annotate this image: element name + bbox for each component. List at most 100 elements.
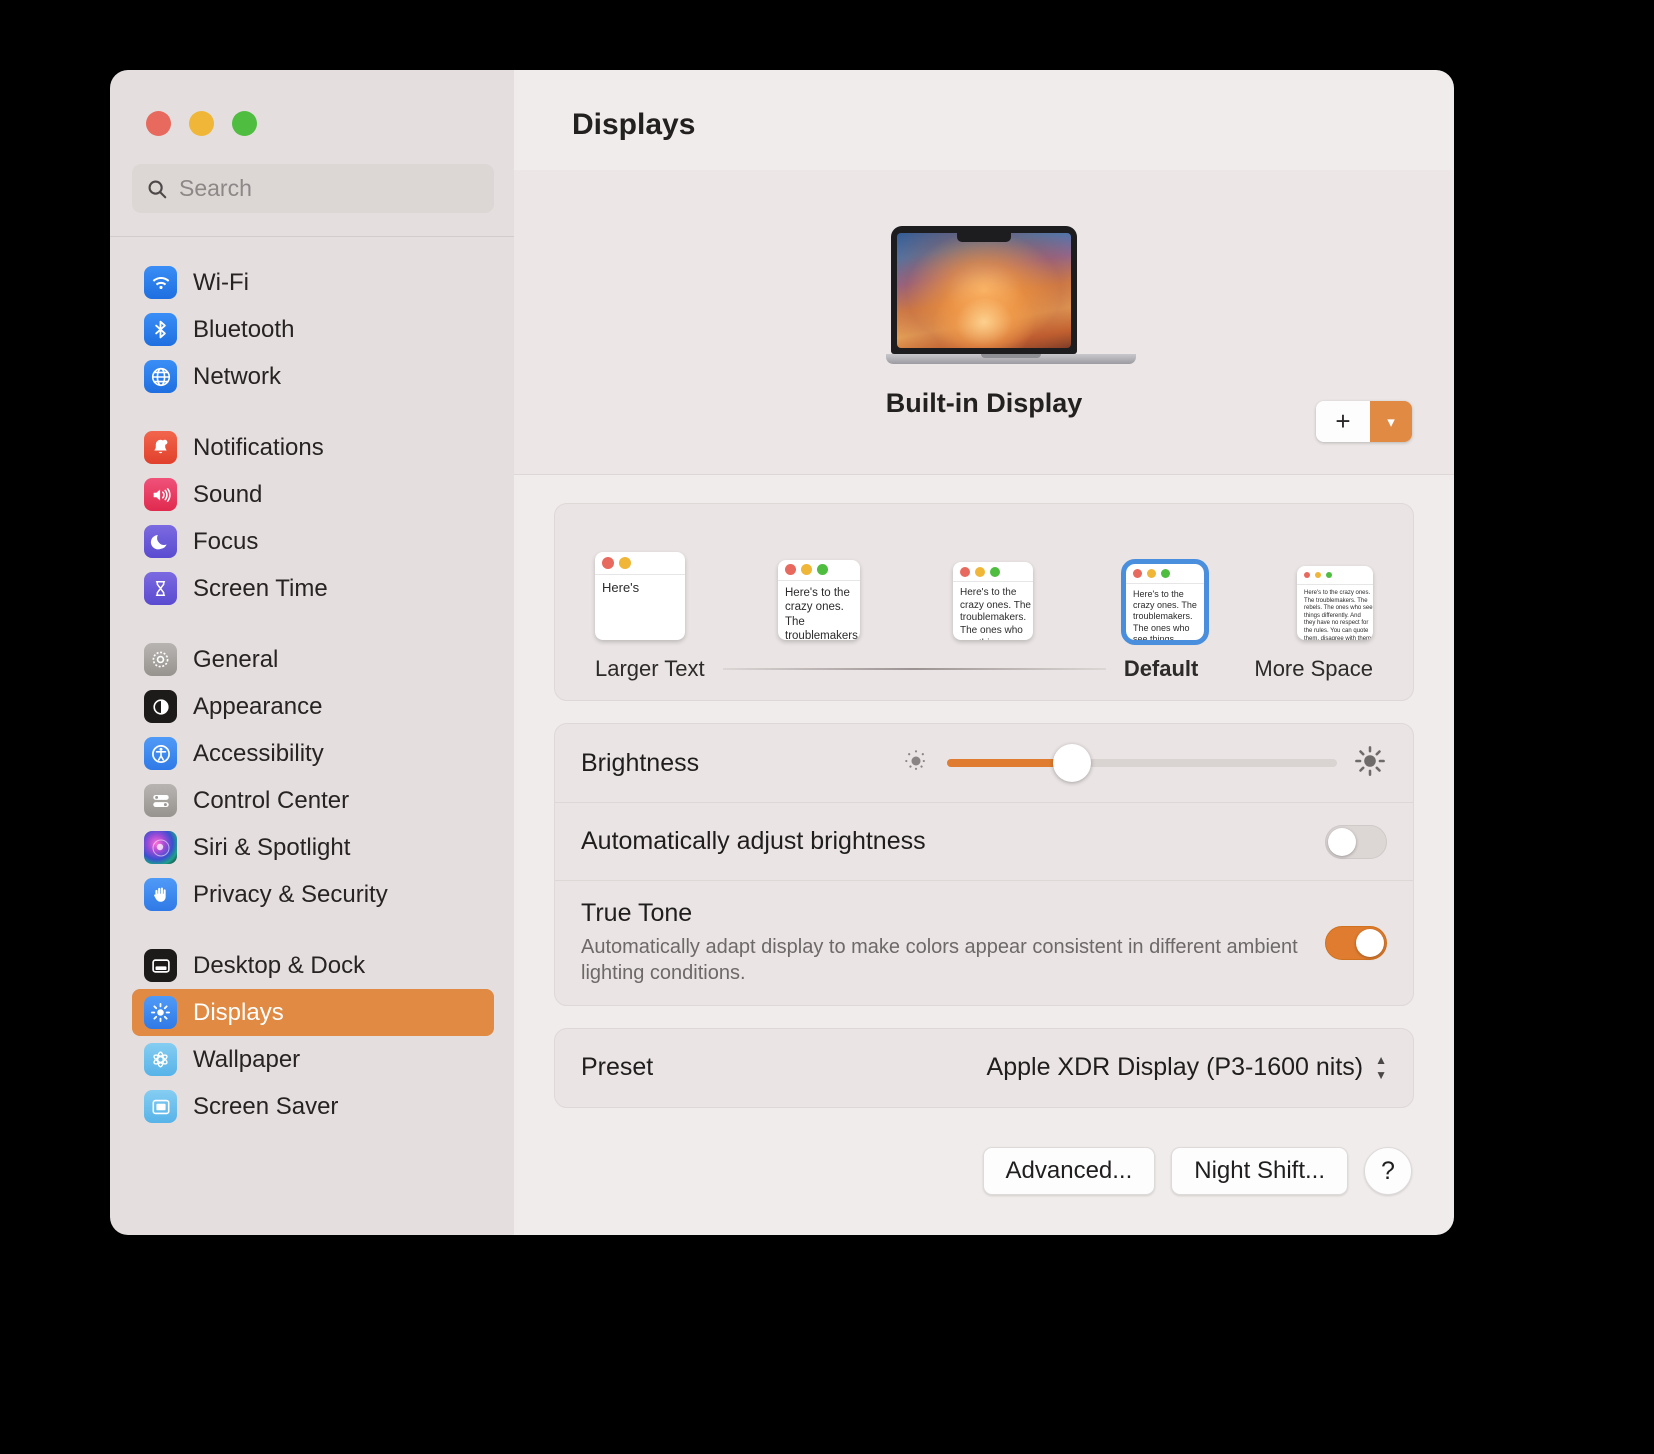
sidebar-item-siri-spotlight[interactable]: Siri & Spotlight (132, 824, 494, 871)
desktop-dock-icon (144, 949, 177, 982)
sidebar-list[interactable]: Wi-Fi Bluetooth Network Notifications So… (110, 237, 514, 1235)
accessibility-icon (144, 737, 177, 770)
resolution-thumbnails[interactable]: Here's Here's to the crazy ones. The trou… (581, 526, 1387, 645)
add-display-button[interactable]: + (1316, 401, 1370, 442)
sidebar-item-screen-saver[interactable]: Screen Saver (132, 1083, 494, 1130)
sidebar-item-notifications[interactable]: Notifications (132, 424, 494, 471)
search-area: Search (110, 136, 514, 213)
search-field[interactable]: Search (132, 164, 494, 213)
sidebar-item-wi-fi[interactable]: Wi-Fi (132, 259, 494, 306)
sidebar-item-label: Control Center (193, 786, 350, 814)
sidebar-item-control-center[interactable]: Control Center (132, 777, 494, 824)
sidebar-item-bluetooth[interactable]: Bluetooth (132, 306, 494, 353)
sidebar-item-privacy-security[interactable]: Privacy & Security (132, 871, 494, 918)
macbook-base (886, 353, 1136, 364)
sidebar-item-network[interactable]: Network (132, 353, 494, 400)
resolution-option[interactable]: Here's to the crazy ones. The troublemak… (1297, 566, 1373, 640)
brightness-row: Brightness (555, 724, 1413, 802)
brightness-knob[interactable] (1052, 744, 1091, 782)
sidebar-item-focus[interactable]: Focus (132, 518, 494, 565)
thumbnail-titlebar (595, 552, 685, 575)
thumbnail-traffic-light (1304, 572, 1310, 579)
sidebar-item-label: Wallpaper (193, 1045, 301, 1073)
preset-popup[interactable]: Apple XDR Display (P3-1600 nits) ▲ ▼ (987, 1053, 1387, 1082)
brightness-slider[interactable] (901, 744, 1387, 783)
resolution-thumbnail[interactable]: Here's to the crazy ones. The troublemak… (1297, 566, 1373, 640)
contrast-icon (144, 690, 177, 723)
add-display-control[interactable]: + ▾ (1316, 401, 1412, 442)
minimize-button[interactable] (189, 111, 214, 136)
brightness-card: Brightness Automatically adjust brightne… (554, 723, 1414, 1006)
sidebar-item-label: General (193, 645, 279, 673)
sidebar-group-appearance: Desktop & Dock Displays Wallpaper Screen… (132, 942, 494, 1130)
thumbnail-traffic-light (817, 564, 828, 576)
resolution-label-larger-text[interactable]: Larger Text (595, 656, 705, 682)
hand-icon (144, 878, 177, 911)
sidebar-item-screen-time[interactable]: Screen Time (132, 565, 494, 612)
resolution-thumbnail[interactable]: Here's to the crazy ones. The troublemak… (778, 560, 860, 640)
resolution-option[interactable]: Here's to the crazy ones. The troublemak… (778, 560, 860, 640)
advanced-button[interactable]: Advanced... (982, 1147, 1156, 1195)
resolution-option[interactable]: Here's to the crazy ones. The troublemak… (1121, 559, 1209, 645)
brightness-icon (144, 996, 177, 1029)
resolution-option[interactable]: Here's to the crazy ones. The troublemak… (953, 562, 1033, 640)
resolution-label-more-space[interactable]: More Space (1254, 656, 1373, 682)
sliders-icon (144, 784, 177, 817)
thumbnail-traffic-light (960, 566, 970, 577)
zoom-button[interactable] (232, 111, 257, 136)
preset-row[interactable]: Preset Apple XDR Display (P3-1600 nits) … (555, 1029, 1413, 1107)
thumbnail-traffic-light (785, 564, 796, 576)
thumbnail-titlebar (1126, 564, 1204, 584)
thumbnail-sample-text: Here's to the crazy ones. The troublemak… (1133, 588, 1197, 640)
sidebar-item-general[interactable]: General (132, 636, 494, 683)
thumbnail-traffic-light (602, 556, 614, 569)
main-pane: Displays Built-in Display + ▾ Here's Here… (514, 70, 1454, 1235)
true-tone-description: Automatically adapt display to make colo… (581, 936, 1298, 985)
true-tone-text: True Tone Automatically adapt display to… (581, 899, 1321, 987)
sidebar-item-sound[interactable]: Sound (132, 471, 494, 518)
thumbnail-traffic-light (990, 566, 1000, 577)
brightness-track[interactable] (947, 744, 1337, 782)
thumbnail-sample-text: Here's to the crazy ones. The troublemak… (1304, 590, 1373, 640)
auto-brightness-row: Automatically adjust brightness (555, 802, 1413, 880)
sidebar-item-appearance[interactable]: Appearance (132, 683, 494, 730)
sidebar-item-label: Accessibility (193, 739, 324, 767)
true-tone-toggle[interactable] (1325, 925, 1387, 960)
globe-icon (144, 360, 177, 393)
resolution-thumbnail[interactable]: Here's (595, 552, 685, 640)
moon-icon (144, 525, 177, 558)
sidebar-item-displays[interactable]: Displays (132, 989, 494, 1036)
search-input[interactable]: Search (179, 175, 252, 202)
sidebar-item-label: Appearance (193, 692, 323, 720)
brightness-label: Brightness (581, 748, 700, 777)
sidebar-item-label: Notifications (193, 433, 324, 461)
system-settings-window: Search Wi-Fi Bluetooth Network Notificat… (110, 70, 1454, 1235)
preset-value: Apple XDR Display (P3-1600 nits) (986, 1053, 1364, 1082)
true-tone-row: True Tone Automatically adapt display to… (555, 880, 1413, 1005)
brightness-high-icon (1353, 744, 1387, 783)
resolution-option[interactable]: Here's (595, 552, 685, 640)
help-button[interactable]: ? (1364, 1147, 1412, 1195)
resolution-label-default[interactable]: Default (1124, 656, 1199, 682)
toggle-knob (1328, 827, 1356, 856)
sidebar-item-label: Focus (193, 527, 259, 555)
macbook-wallpaper (897, 232, 1071, 348)
sidebar-item-accessibility[interactable]: Accessibility (132, 730, 494, 777)
preset-label: Preset (581, 1053, 654, 1082)
thumbnail-traffic-light (619, 556, 631, 569)
footer-actions: Advanced... Night Shift... ? (514, 1123, 1454, 1235)
close-button[interactable] (146, 111, 171, 136)
sidebar-item-wallpaper[interactable]: Wallpaper (132, 1036, 494, 1083)
sidebar-item-label: Screen Time (193, 574, 328, 602)
sidebar-item-desktop-dock[interactable]: Desktop & Dock (132, 942, 494, 989)
notch (957, 232, 1011, 242)
sidebar-item-label: Screen Saver (193, 1092, 339, 1120)
night-shift-button[interactable]: Night Shift... (1171, 1147, 1348, 1195)
stepper-icon[interactable]: ▲ ▼ (1375, 1054, 1387, 1081)
chevron-down-icon[interactable]: ▾ (1370, 401, 1412, 442)
sidebar-group-personal: General Appearance Accessibility Control… (132, 636, 494, 918)
resolution-thumbnail[interactable]: Here's to the crazy ones. The troublemak… (953, 562, 1033, 640)
resolution-thumbnail[interactable]: Here's to the crazy ones. The troublemak… (1121, 559, 1209, 645)
auto-brightness-toggle[interactable] (1325, 824, 1387, 859)
display-hero: Built-in Display + ▾ (514, 170, 1454, 475)
